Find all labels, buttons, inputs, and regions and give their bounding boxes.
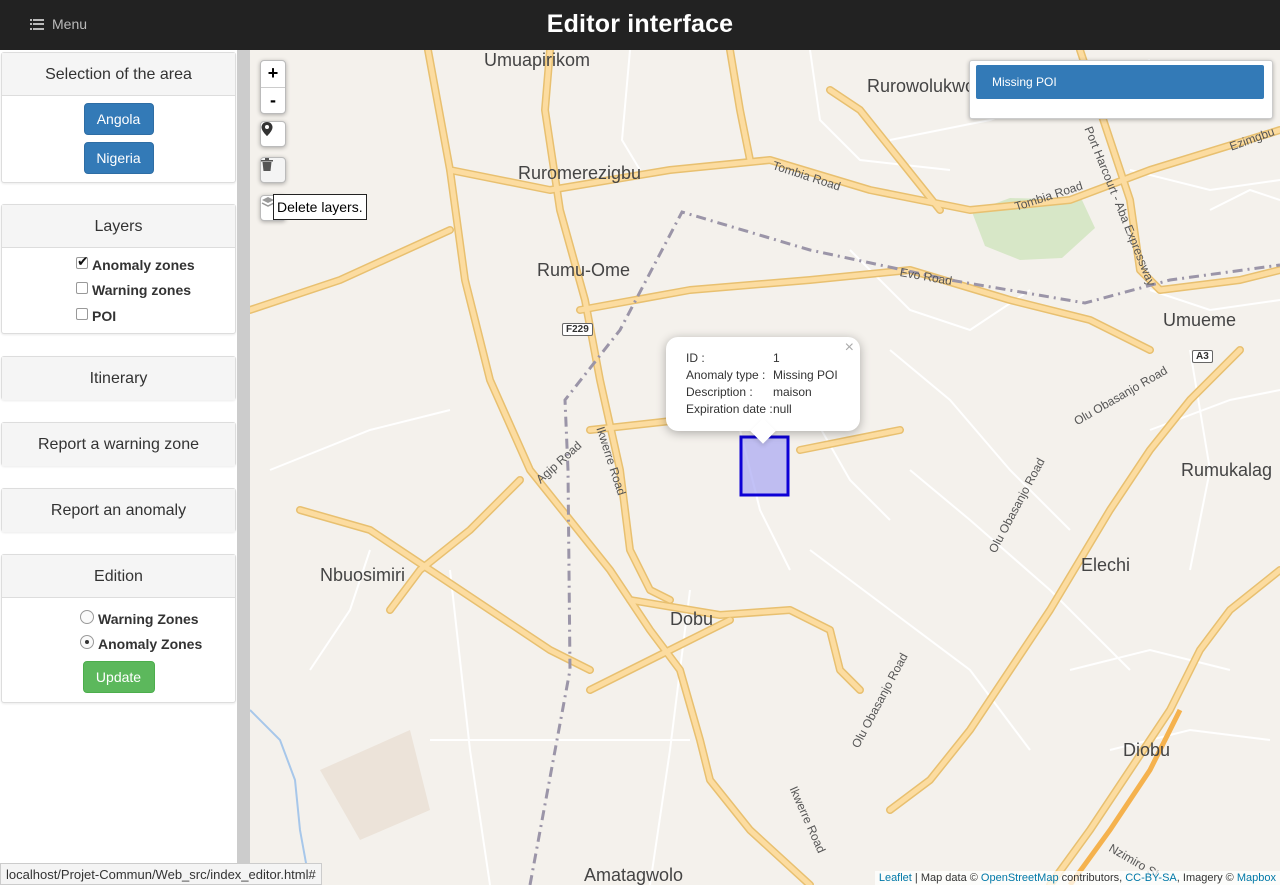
road-shield: A3: [1192, 350, 1213, 363]
close-icon[interactable]: ×: [845, 339, 854, 357]
search-result-item[interactable]: Missing POI: [976, 65, 1264, 99]
popup-row-type: Anomaly type : Missing POI: [686, 368, 838, 382]
osm-link[interactable]: OpenStreetMap: [981, 872, 1059, 884]
place-label: Elechi: [1081, 555, 1131, 575]
place-label: Rumukalag: [1181, 460, 1273, 480]
edition-panel: Edition Warning Zones Anomaly Zones Upda…: [1, 554, 236, 703]
anomaly-zones-checkbox[interactable]: [76, 253, 89, 270]
edition-heading: Edition: [2, 555, 235, 598]
sidebar: Selection of the area Angola Nigeria Lay…: [0, 50, 250, 885]
zone-info-popup: × ID : 1 Anomaly type : Missing POI Desc…: [666, 337, 860, 444]
area-selection-panel: Selection of the area Angola Nigeria: [1, 52, 236, 183]
mapbox-link[interactable]: Mapbox: [1237, 872, 1276, 884]
popup-value: Missing POI: [773, 368, 838, 382]
anomaly-zones-label: Anomaly zones: [92, 257, 195, 273]
place-label: Dobu: [670, 609, 714, 629]
leaflet-link[interactable]: Leaflet: [879, 872, 912, 884]
warning-zones-checkbox[interactable]: [76, 282, 88, 294]
popup-row-description: Description : maison: [686, 385, 812, 399]
layer-poi[interactable]: POI: [76, 308, 116, 324]
nigeria-button[interactable]: Nigeria: [83, 142, 154, 174]
itinerary-heading[interactable]: Itinerary: [2, 357, 235, 400]
place-label: Umueme: [1163, 310, 1237, 330]
place-label: Rumu-Ome: [537, 260, 631, 280]
angola-button[interactable]: Angola: [83, 103, 154, 135]
place-label: Umuapirikom: [484, 50, 591, 70]
report-warning-heading[interactable]: Report a warning zone: [2, 423, 235, 466]
delete-layers-tooltip: Delete layers.: [273, 194, 367, 220]
popup-key: Expiration date :: [686, 402, 773, 416]
place-label: Amatagwolo: [584, 865, 684, 885]
layer-warning-zones[interactable]: Warning zones: [76, 282, 191, 298]
trash-icon: [261, 158, 273, 171]
itinerary-panel[interactable]: Itinerary: [1, 356, 236, 400]
anomaly-zone-polygon: [739, 435, 790, 497]
poi-label: POI: [92, 308, 117, 324]
sidebar-scrollbar[interactable]: [237, 50, 250, 885]
zoom-control: + -: [260, 60, 286, 114]
popup-key: ID :: [686, 351, 705, 365]
layers-panel: Layers Anomaly zones Warning zones POI: [1, 204, 236, 334]
warning-zones-label: Warning zones: [92, 282, 192, 298]
anomaly-zones-radio[interactable]: [80, 635, 94, 649]
layer-anomaly-zones[interactable]: Anomaly zones: [76, 253, 195, 273]
warning-zones-option-label: Warning Zones: [98, 611, 199, 627]
popup-value: maison: [773, 385, 812, 399]
zoom-in-button[interactable]: +: [261, 61, 285, 87]
popup-row-expiration: Expiration date : null: [686, 402, 792, 416]
zoom-out-button[interactable]: -: [261, 87, 285, 113]
map-marker-icon: [261, 122, 273, 136]
popup-value: null: [773, 402, 792, 416]
map-view[interactable]: Umuapirikom Rurowolukwo Ruromerezigbu Ru…: [250, 50, 1280, 885]
place-label: Rurowolukwo: [867, 76, 976, 96]
browser-status-url: localhost/Projet-Commun/Web_src/index_ed…: [0, 863, 322, 885]
road-shield: F229: [562, 323, 593, 336]
map-attribution: Leaflet | Map data © OpenStreetMap contr…: [874, 871, 1280, 885]
report-anomaly-panel[interactable]: Report an anomaly: [1, 488, 236, 532]
draw-marker-button[interactable]: [260, 121, 286, 147]
report-warning-panel[interactable]: Report a warning zone: [1, 422, 236, 466]
edition-warning-zones[interactable]: Warning Zones: [80, 610, 199, 627]
delete-layers-button[interactable]: [260, 157, 286, 183]
top-navbar: Menu Editor interface: [0, 0, 1280, 50]
anomaly-zones-option-label: Anomaly Zones: [98, 636, 203, 652]
report-anomaly-heading[interactable]: Report an anomaly: [2, 489, 235, 532]
license-link[interactable]: CC-BY-SA: [1125, 872, 1177, 884]
layers-heading: Layers: [2, 205, 235, 248]
area-selection-heading: Selection of the area: [2, 53, 235, 96]
popup-key: Anomaly type :: [686, 368, 766, 382]
warning-zones-radio[interactable]: [80, 610, 94, 624]
search-results-panel: Missing POI: [969, 60, 1273, 119]
poi-checkbox[interactable]: [76, 308, 88, 320]
popup-row-id: ID : 1: [686, 351, 780, 365]
popup-key: Description :: [686, 385, 753, 399]
place-label: Nbuosimiri: [320, 565, 406, 585]
update-button[interactable]: Update: [82, 661, 155, 693]
page-title: Editor interface: [546, 10, 734, 38]
edition-anomaly-zones[interactable]: Anomaly Zones: [80, 635, 203, 652]
popup-value: 1: [773, 351, 780, 365]
place-label: Ruromerezigbu: [518, 163, 642, 183]
place-label: Diobu: [1123, 740, 1171, 760]
